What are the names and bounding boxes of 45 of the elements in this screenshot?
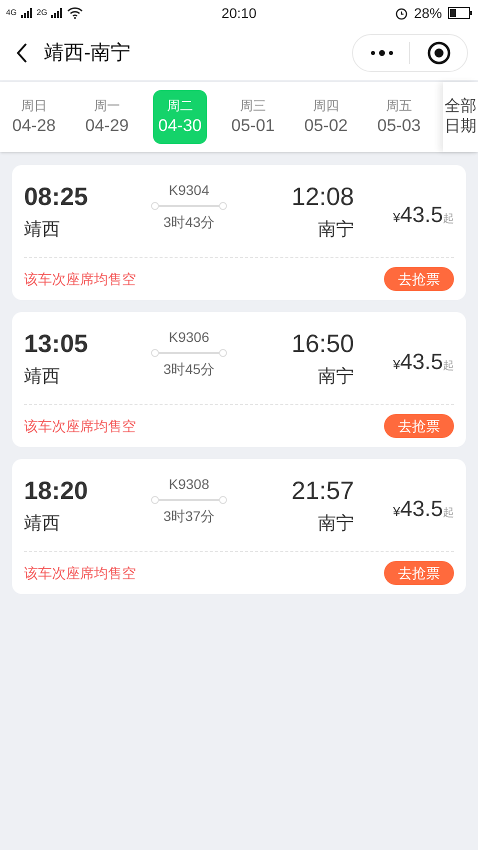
date-tab[interactable]: 周日 04-28 (7, 90, 61, 144)
duration: 3时43分 (163, 213, 215, 231)
back-icon[interactable] (16, 43, 28, 63)
sold-out-notice: 该车次座席均售空 (24, 564, 136, 582)
arrival-station: 南宁 (318, 512, 354, 535)
signal-icon (51, 8, 64, 18)
train-card[interactable]: 18:20 靖西 K9308 3时37分 21:57 南宁 ¥43.5起 该车次座席均售空 去抢票 (12, 459, 466, 594)
price: ¥43.5起 (392, 494, 454, 522)
network-label: 4G (6, 9, 17, 17)
all-dates-button[interactable]: 全部 日期 (443, 82, 478, 152)
train-card[interactable]: 08:25 靖西 K9304 3时43分 12:08 南宁 ¥43.5起 该车次座席均售空 去抢票 (12, 165, 466, 300)
arrival-station: 南宁 (318, 365, 354, 388)
date-tab[interactable]: 周五 05-03 (372, 90, 426, 144)
battery-percentage: 28% (414, 4, 442, 22)
arrival-station: 南宁 (318, 218, 354, 241)
train-number: K9306 (168, 328, 210, 346)
page-title: 靖西-南宁 (44, 41, 131, 66)
alarm-icon (394, 6, 408, 20)
departure-time: 13:05 (24, 329, 89, 360)
wifi-icon (67, 7, 84, 19)
more-icon[interactable] (370, 49, 394, 57)
departure-station: 靖西 (24, 512, 61, 535)
arrival-time: 21:57 (291, 476, 354, 507)
train-card[interactable]: 13:05 靖西 K9306 3时45分 16:50 南宁 ¥43.5起 该车次座席均售空 去抢票 (12, 312, 466, 447)
duration: 3时37分 (163, 507, 215, 525)
price: ¥43.5起 (392, 200, 454, 228)
sold-out-notice: 该车次座席均售空 (24, 416, 136, 436)
departure-station: 靖西 (24, 365, 61, 388)
arrival-time: 16:50 (291, 329, 354, 360)
duration: 3时45分 (163, 360, 215, 378)
train-number: K9308 (168, 475, 210, 493)
signal-icon (20, 8, 33, 18)
arrival-time: 12:08 (291, 182, 354, 213)
status-time: 20:10 (221, 4, 257, 22)
battery-icon (448, 7, 472, 19)
train-number: K9304 (168, 181, 210, 199)
date-tab[interactable]: 周三 05-01 (226, 90, 280, 144)
network-label: 2G (36, 9, 48, 17)
departure-station: 靖西 (24, 218, 61, 241)
date-tab[interactable]: 周四 05-02 (299, 90, 353, 144)
date-tab[interactable]: 周一 04-29 (80, 90, 134, 144)
price: ¥43.5起 (392, 348, 454, 376)
departure-time: 08:25 (24, 182, 89, 213)
sold-out-notice: 该车次座席均售空 (24, 270, 136, 288)
departure-time: 18:20 (24, 476, 89, 507)
